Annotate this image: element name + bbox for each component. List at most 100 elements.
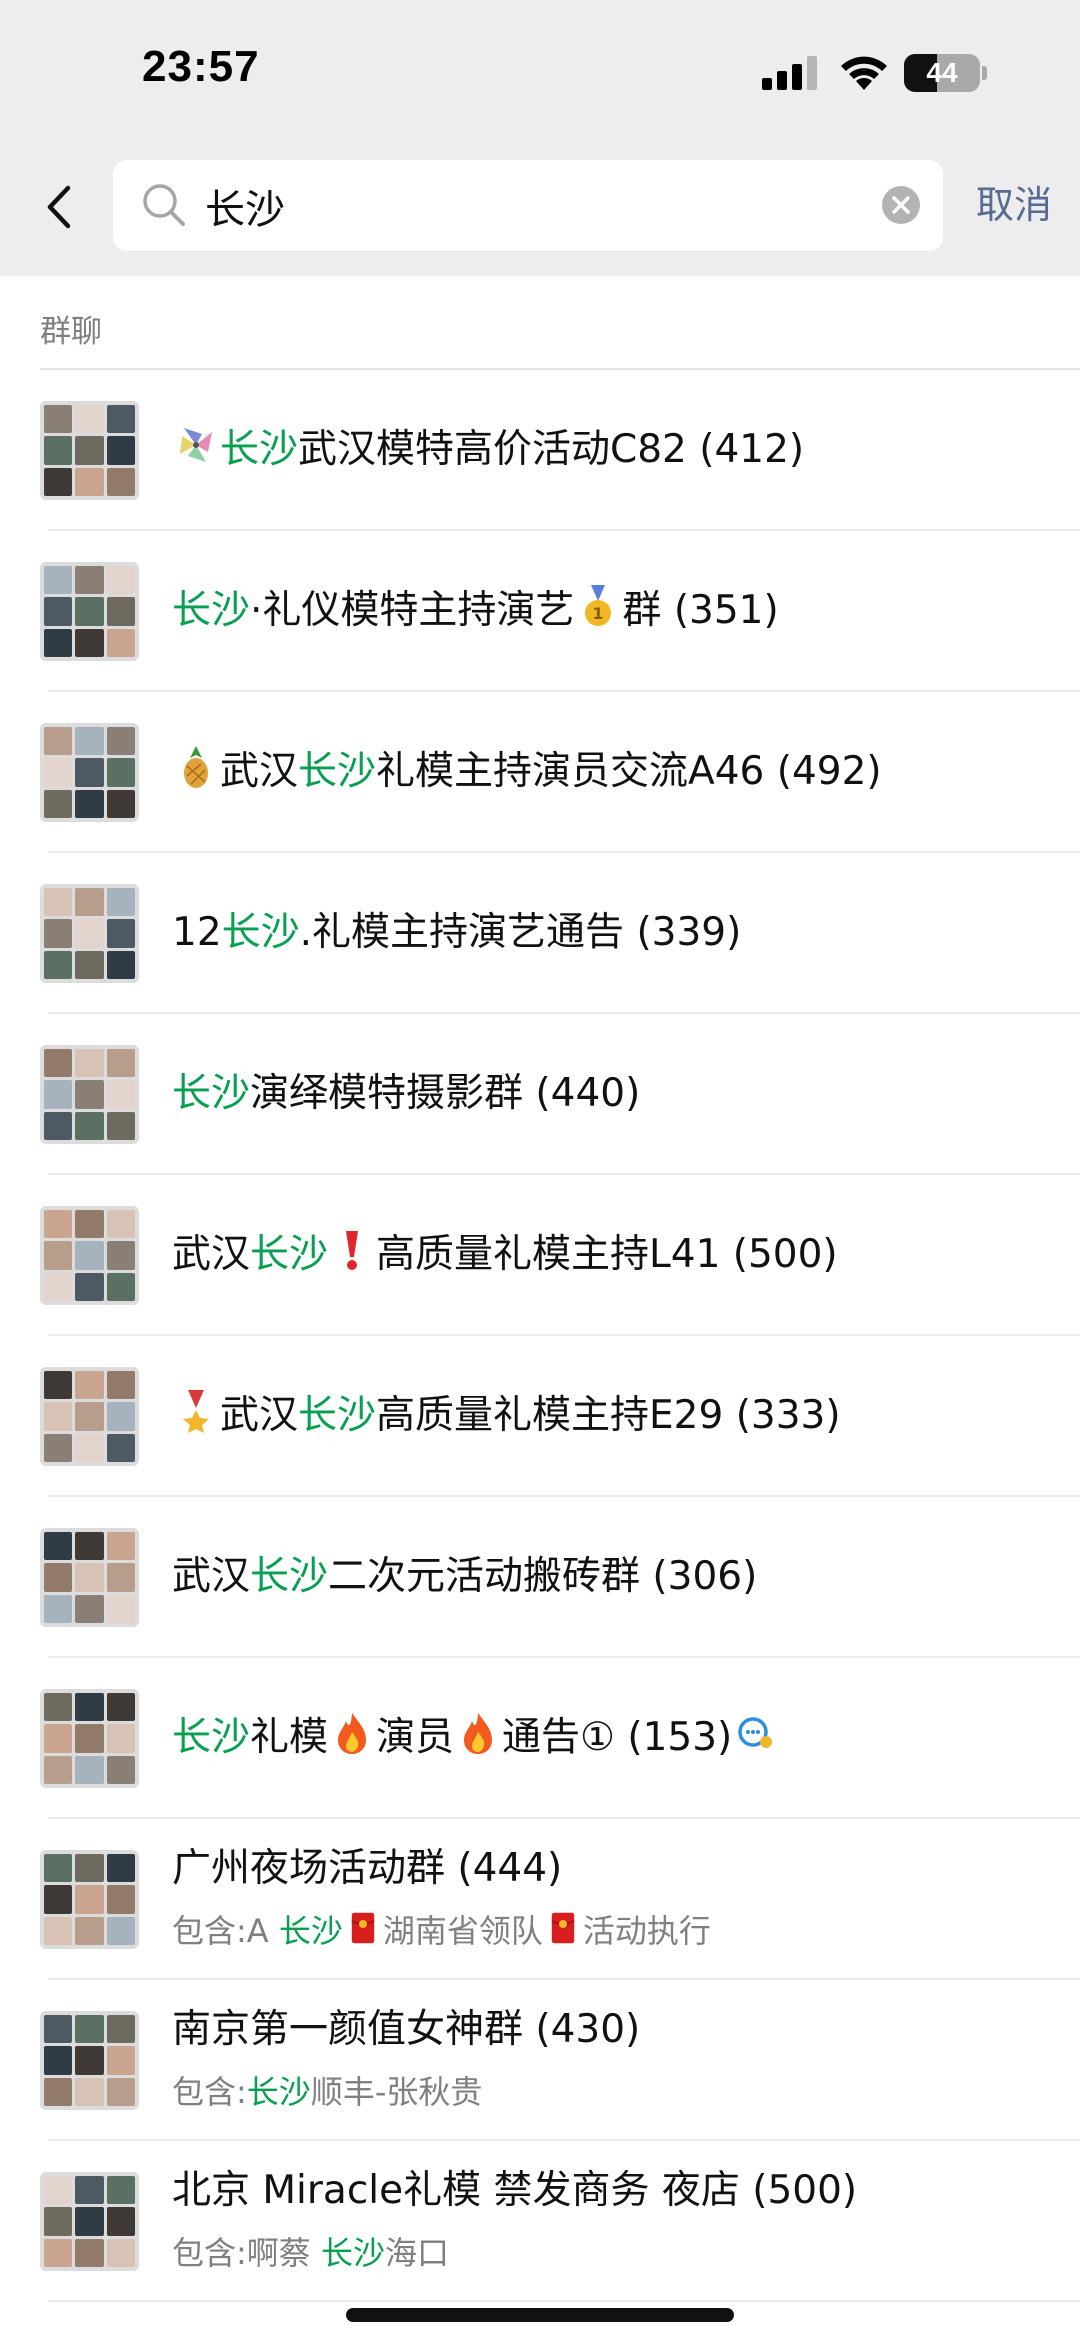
member-avatar-thumb <box>106 1241 135 1270</box>
member-avatar-thumb <box>75 2238 104 2267</box>
title-text: 包含:啊蔡 <box>172 2234 321 2272</box>
group-chat-result-row[interactable]: 武汉长沙高质量礼模主持E29 (333) <box>0 1336 1080 1497</box>
group-chat-result-row[interactable]: 12长沙.礼模主持演艺通告 (339) <box>0 853 1080 1014</box>
member-avatar-thumb <box>75 436 104 465</box>
title-text: 北京 Miracle礼模 禁发商务 夜店 (500) <box>172 2168 858 2213</box>
title-text: 武汉 <box>172 1554 251 1599</box>
member-avatar-thumb <box>44 1402 73 1431</box>
member-avatar-thumb <box>44 1885 73 1914</box>
title-text: 活动执行 <box>582 1912 711 1950</box>
search-keyword-highlight: 长沙 <box>250 1232 329 1277</box>
member-avatar-thumb <box>106 436 135 465</box>
member-avatar-thumb <box>106 950 135 979</box>
group-avatar <box>40 1689 139 1788</box>
member-avatar-thumb <box>44 1433 73 1462</box>
group-chat-member-match: 包含:啊蔡 长沙海口 <box>172 2229 1052 2277</box>
member-avatar-thumb <box>44 1532 73 1561</box>
group-chat-result-row[interactable]: 长沙礼模 演员 通告① (153) <box>0 1658 1080 1819</box>
member-avatar-thumb <box>75 2015 104 2044</box>
title-text: 武汉 <box>172 1232 251 1277</box>
title-text: 武汉模特高价活动C82 (412) <box>298 427 805 472</box>
pineapple-icon <box>184 746 208 788</box>
search-keyword-highlight: 长沙 <box>172 1071 251 1116</box>
member-avatar-thumb <box>106 1563 135 1592</box>
group-avatar <box>40 1528 139 1627</box>
red-envelope-icon <box>351 1912 375 1944</box>
member-avatar-thumb <box>106 1885 135 1914</box>
member-avatar-thumb <box>106 467 135 496</box>
member-avatar-thumb <box>75 1272 104 1301</box>
search-keyword-highlight: 长沙 <box>250 1554 329 1599</box>
search-keyword-highlight: 长沙 <box>278 1912 343 1950</box>
group-chat-title: 12长沙.礼模主持演艺通告 (339) <box>172 905 1052 961</box>
member-avatar-thumb <box>106 2046 135 2075</box>
status-bar: 23:57 44 <box>0 0 1080 150</box>
member-avatar-thumb <box>44 758 73 787</box>
group-chat-title: 南京第一颜值女神群 (430) <box>172 2002 1052 2058</box>
member-avatar-thumb <box>106 758 135 787</box>
member-avatar-thumb <box>44 950 73 979</box>
member-avatar-thumb <box>44 789 73 818</box>
member-avatar-thumb <box>44 919 73 948</box>
group-chat-title: 武汉长沙高质量礼模主持E29 (333) <box>172 1388 1052 1444</box>
search-keyword-highlight: 长沙 <box>246 2073 311 2111</box>
group-chat-result-row[interactable]: 广州夜场活动群 (444) 包含:A 长沙 湖南省领队 活动执行 <box>0 1819 1080 1980</box>
title-text: 武汉 <box>220 749 299 794</box>
member-avatar-thumb <box>44 1049 73 1078</box>
group-chat-title: 北京 Miracle礼模 禁发商务 夜店 (500) <box>172 2163 1052 2219</box>
group-chat-result-row[interactable]: 武汉长沙 高质量礼模主持L41 (500) <box>0 1175 1080 1336</box>
member-avatar-thumb <box>75 1724 104 1753</box>
home-indicator <box>346 2308 734 2322</box>
group-chat-result-row[interactable]: 南京第一颜值女神群 (430) 包含:长沙顺丰-张秋贵 <box>0 1980 1080 2141</box>
member-avatar-thumb <box>75 1402 104 1431</box>
member-avatar-thumb <box>106 405 135 434</box>
member-avatar-thumb <box>106 919 135 948</box>
member-avatar-thumb <box>106 1080 135 1109</box>
member-avatar-thumb <box>44 1371 73 1400</box>
member-avatar-thumb <box>106 1724 135 1753</box>
battery-icon: 44 <box>904 54 988 92</box>
search-keyword-highlight: 长沙 <box>298 1393 377 1438</box>
member-avatar-thumb <box>44 597 73 626</box>
member-avatar-thumb <box>44 888 73 917</box>
member-avatar-thumb <box>44 2207 73 2236</box>
member-avatar-thumb <box>106 789 135 818</box>
cancel-button[interactable]: 取消 <box>976 180 1052 230</box>
member-avatar-thumb <box>75 1210 104 1239</box>
title-text: 海口 <box>384 2234 449 2272</box>
member-avatar-thumb <box>44 1080 73 1109</box>
group-avatar <box>40 2172 139 2271</box>
title-text: 湖南省领队 <box>382 1912 543 1950</box>
title-text: 顺丰-张秋贵 <box>310 2073 483 2111</box>
group-chat-title: 长沙礼模 演员 通告① (153) <box>172 1710 1052 1766</box>
group-chat-result-row[interactable]: 长沙·礼仪模特主持演艺 1 群 (351) <box>0 531 1080 692</box>
search-input[interactable] <box>205 160 865 251</box>
group-chat-title: 武汉长沙二次元活动搬砖群 (306) <box>172 1549 1052 1605</box>
group-avatar <box>40 1367 139 1466</box>
group-chat-result-row[interactable]: 武汉长沙二次元活动搬砖群 (306) <box>0 1497 1080 1658</box>
member-avatar-thumb <box>106 1755 135 1784</box>
member-avatar-thumb <box>44 1693 73 1722</box>
member-avatar-thumb <box>106 1371 135 1400</box>
search-bar[interactable] <box>113 160 943 251</box>
member-avatar-thumb <box>44 566 73 595</box>
title-text: 群 (351) <box>622 588 779 633</box>
member-avatar-thumb <box>44 436 73 465</box>
search-keyword-highlight: 长沙 <box>221 910 300 955</box>
group-chat-result-row[interactable]: 北京 Miracle礼模 禁发商务 夜店 (500) 包含:啊蔡 长沙海口 <box>0 2141 1080 2302</box>
member-avatar-thumb <box>106 597 135 626</box>
battery-level: 44 <box>926 57 958 88</box>
member-avatar-thumb <box>75 1433 104 1462</box>
group-chat-result-row[interactable]: 长沙演绎模特摄影群 (440) <box>0 1014 1080 1175</box>
clear-icon[interactable] <box>881 185 921 225</box>
member-avatar-thumb <box>75 888 104 917</box>
member-avatar-thumb <box>44 1916 73 1945</box>
member-avatar-thumb <box>106 1532 135 1561</box>
back-button[interactable] <box>34 172 84 242</box>
member-avatar-thumb <box>44 1724 73 1753</box>
search-header: 23:57 44 长沙 取消 <box>0 0 1080 276</box>
group-chat-result-row[interactable]: 武汉长沙礼模主持演员交流A46 (492) <box>0 692 1080 853</box>
group-chat-badge-icon <box>738 1717 773 1748</box>
group-chat-result-row[interactable]: 长沙武汉模特高价活动C82 (412) <box>0 370 1080 531</box>
wifi-icon <box>841 56 887 90</box>
